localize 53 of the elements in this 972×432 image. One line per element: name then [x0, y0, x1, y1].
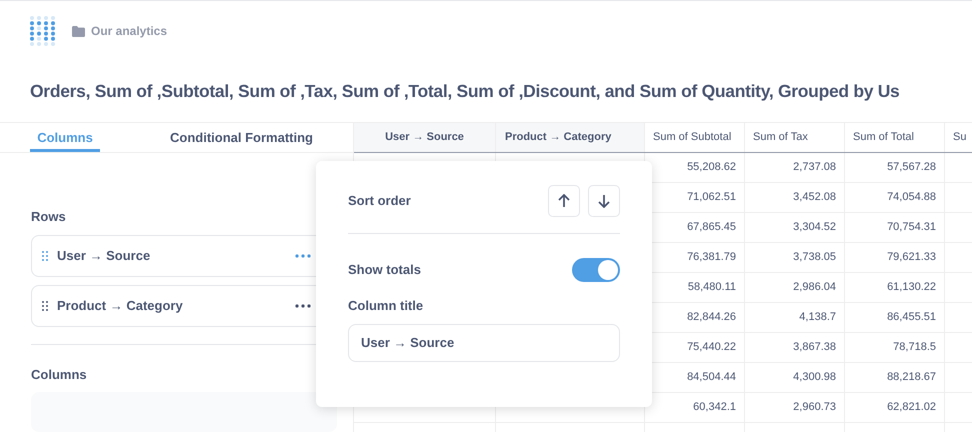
table-cell-text: 82,844.26 [687, 310, 736, 326]
table-cell-text: 70,754.31 [887, 220, 936, 236]
more-icon[interactable] [295, 304, 311, 308]
table-cell-text: 57,567.28 [887, 160, 936, 176]
table-cell-text: 4,138.7 [799, 310, 836, 326]
show-totals-label: Show totals [348, 261, 421, 280]
table-cell-text: 62,821.02 [887, 400, 936, 416]
table-cell-text: 67,865.45 [687, 220, 736, 236]
table-cell-text: 2,737.08 [793, 160, 836, 176]
drag-handle-icon[interactable] [42, 250, 48, 260]
table-cell-text: 78,718.5 [893, 340, 936, 356]
section-heading: Rows [31, 208, 67, 226]
table-cell-text: 86,455.51 [887, 310, 936, 326]
sort-descending-button[interactable] [588, 185, 620, 217]
column-header[interactable]: Su [945, 123, 972, 152]
table-cell-text: 58,480.11 [688, 280, 736, 296]
sort-order-label: Sort order [348, 192, 411, 210]
column-title-field[interactable]: User → Source [348, 324, 620, 362]
table-cell-text: 79,621.33 [887, 250, 936, 266]
table-cell-text: 3,304.52 [793, 220, 836, 236]
field-label: User → Source [57, 246, 152, 265]
drag-handle-icon[interactable] [42, 300, 48, 310]
column-header[interactable]: Sum of Total [845, 123, 945, 152]
column-header[interactable]: Sum of Tax [745, 123, 845, 152]
table-cell-text: 88,218.67 [887, 370, 936, 386]
column-title-label: Column title [348, 297, 424, 315]
table-cell-text: 2,960.73 [793, 400, 836, 416]
sort-ascending-button[interactable] [548, 185, 580, 217]
table-cell-text: 71,062.51 [687, 190, 736, 206]
table-cell-text: 3,738.05 [793, 250, 836, 266]
section-heading: Columns [31, 366, 88, 384]
table-cell-text: 60,342.1 [693, 400, 736, 416]
column-header[interactable]: Product → Category [496, 123, 645, 152]
show-totals-toggle[interactable] [572, 258, 620, 282]
folder-icon [72, 26, 85, 36]
table-cell-text: 2,986.04 [793, 280, 836, 296]
table-cell-text: 3,867.38 [793, 340, 836, 356]
page-title: Orders, Sum of ,Subtotal, Sum of ,Tax, Sum of ,Total, Sum of ,Discount, and Sum of Quantity, Grouped by Us [30, 80, 900, 104]
table-cell-text: 76,381.79 [687, 250, 736, 266]
table-cell-text: 75,440.22 [687, 340, 736, 356]
logo-icon[interactable] [28, 15, 56, 47]
tab[interactable]: Conditional Formatting [170, 123, 313, 152]
table-cell-text: 3,452.08 [793, 190, 836, 206]
table-cell-text: 61,130.22 [887, 280, 936, 296]
column-header[interactable]: Sum of Subtotal [645, 123, 745, 152]
column-header[interactable]: User → Source [354, 123, 496, 152]
table-cell-text: 4,300.98 [793, 370, 836, 386]
arrow-down-icon [598, 194, 610, 208]
field-label: Product → Category [57, 296, 184, 315]
table-cell-text: 55,208.62 [687, 160, 736, 176]
arrow-up-icon [558, 194, 570, 208]
table-cell-text: 84,504.44 [687, 370, 736, 386]
table-cell-text: 74,054.88 [887, 190, 936, 206]
